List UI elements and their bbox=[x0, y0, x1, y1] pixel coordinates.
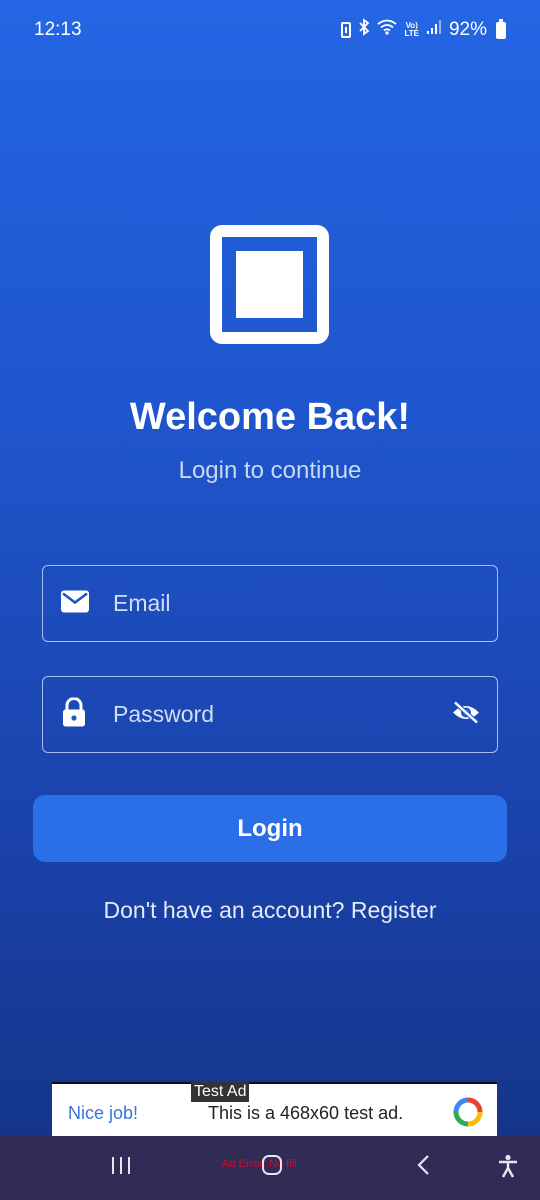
eye-off-icon[interactable] bbox=[451, 700, 481, 729]
battery-percent: 92% bbox=[448, 19, 487, 40]
status-time: 12:13 bbox=[34, 19, 82, 40]
accessibility-icon[interactable] bbox=[497, 1154, 519, 1183]
login-button[interactable]: Login bbox=[33, 795, 507, 862]
test-ad-label: Test Ad bbox=[191, 1082, 250, 1102]
register-link[interactable]: Don't have an account? Register bbox=[0, 897, 540, 924]
ad-network-logo-icon bbox=[453, 1097, 483, 1132]
nav-bar: Ad Error: No fill bbox=[0, 1136, 540, 1200]
ad-error-text: Ad Error: No fill bbox=[222, 1158, 297, 1170]
wifi-icon bbox=[377, 19, 398, 41]
ad-text: This is a 468x60 test ad. bbox=[208, 1103, 404, 1123]
recents-icon[interactable] bbox=[110, 1154, 132, 1181]
back-icon[interactable] bbox=[413, 1154, 435, 1181]
signal-icon bbox=[426, 19, 442, 41]
email-input[interactable] bbox=[111, 566, 437, 641]
square-logo-icon bbox=[210, 225, 329, 344]
battery-icon bbox=[496, 18, 506, 39]
password-field[interactable] bbox=[42, 676, 498, 753]
status-icons: Vo) LTE 92% bbox=[341, 18, 506, 42]
ad-cta[interactable]: Nice job! bbox=[68, 1103, 138, 1124]
volte-indicator: Vo) LTE bbox=[404, 21, 419, 38]
home-icon[interactable] bbox=[261, 1154, 283, 1181]
email-field[interactable] bbox=[42, 565, 498, 642]
lock-icon bbox=[61, 696, 87, 732]
password-input[interactable] bbox=[111, 677, 437, 752]
ad-divider bbox=[52, 1082, 497, 1084]
ad-banner[interactable]: Nice job! This is a 468x60 test ad. bbox=[52, 1082, 497, 1140]
status-bar: 12:13 Vo) LTE 92% bbox=[0, 0, 540, 60]
page-subtitle: Login to continue bbox=[178, 457, 362, 484]
mail-icon bbox=[61, 590, 89, 617]
page-title: Welcome Back! bbox=[129, 396, 411, 438]
bluetooth-icon bbox=[358, 18, 370, 42]
battery-saver-icon bbox=[341, 22, 352, 38]
